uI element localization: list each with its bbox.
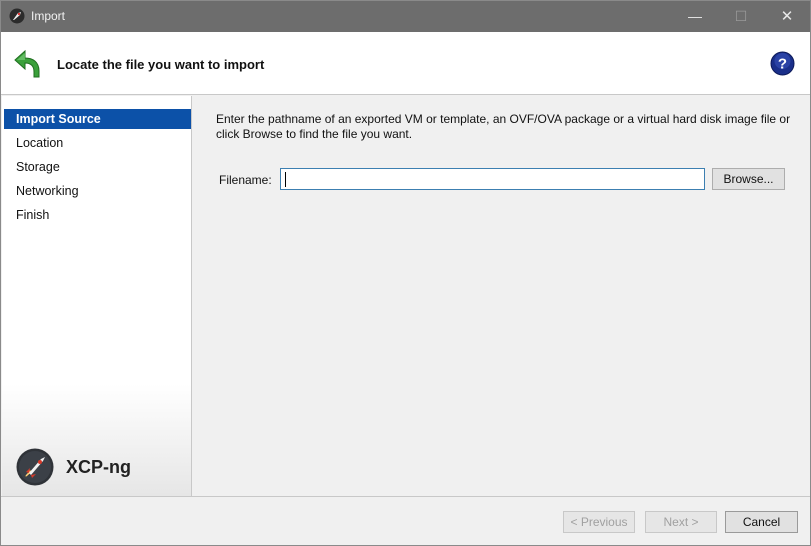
brand: XCP-ng	[16, 448, 186, 488]
previous-button[interactable]: < Previous	[563, 511, 635, 533]
xcp-ng-rocket-logo-icon	[16, 448, 54, 486]
browse-button[interactable]: Browse...	[712, 168, 785, 190]
close-button[interactable]: ✕	[764, 1, 810, 32]
app-icon	[9, 8, 25, 24]
filename-input[interactable]	[280, 168, 705, 190]
step-finish[interactable]: Finish	[4, 205, 191, 225]
window-title: Import	[31, 9, 66, 23]
title-bar: Import — ☐ ✕	[1, 1, 810, 32]
filename-label: Filename:	[219, 173, 272, 187]
help-icon[interactable]: ?	[770, 51, 795, 76]
wizard-header: Locate the file you want to import ?	[1, 32, 810, 95]
maximize-button[interactable]: ☐	[718, 1, 764, 32]
step-storage[interactable]: Storage	[4, 157, 191, 177]
text-caret	[285, 172, 286, 187]
step-import-source[interactable]: Import Source	[4, 109, 191, 129]
step-location[interactable]: Location	[4, 133, 191, 153]
step-networking[interactable]: Networking	[4, 181, 191, 201]
page-title: Locate the file you want to import	[57, 57, 265, 72]
back-arrow-icon	[14, 49, 40, 78]
brand-name: XCP-ng	[66, 457, 131, 477]
next-button[interactable]: Next >	[645, 511, 717, 533]
import-wizard-window: Import — ☐ ✕ Locate the file you want to…	[0, 0, 811, 546]
import-source-panel: Enter the pathname of an exported VM or …	[192, 96, 810, 496]
wizard-steps-sidebar: Import Source Location Storage Networkin…	[2, 96, 192, 496]
svg-text:?: ?	[778, 56, 787, 73]
minimize-button[interactable]: —	[672, 1, 718, 32]
instructions-text: Enter the pathname of an exported VM or …	[216, 112, 791, 141]
wizard-footer: < Previous Next > Cancel	[1, 496, 810, 545]
cancel-button[interactable]: Cancel	[725, 511, 798, 533]
